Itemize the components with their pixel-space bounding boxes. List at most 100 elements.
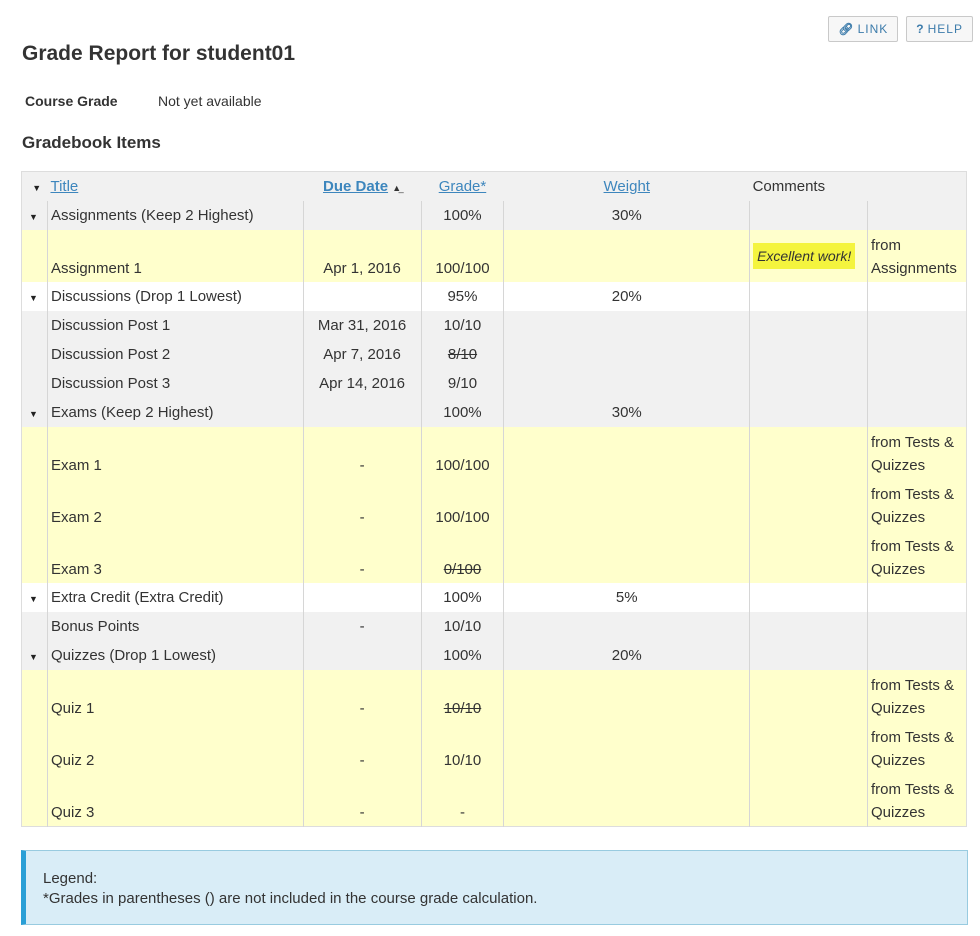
item-weight — [503, 230, 750, 282]
item-due-date: Apr 7, 2016 — [302, 340, 421, 369]
sort-weight-link[interactable]: Weight — [604, 178, 650, 195]
row-spacer — [22, 479, 48, 531]
category-toggle[interactable]: ▼ — [22, 583, 48, 612]
table-row: Exam 3-0/100 from Tests & Quizzes — [21, 531, 967, 583]
item-title: Assignments (Keep 2 Highest) — [46, 201, 304, 230]
item-grade: - — [420, 774, 504, 826]
item-title: Exam 2 — [46, 479, 304, 531]
item-due-date: - — [302, 670, 421, 722]
item-grade: 100% — [420, 641, 504, 670]
caret-down-icon: ▼ — [29, 409, 38, 419]
item-title: Quiz 2 — [46, 722, 304, 774]
section-title: Gradebook Items — [22, 133, 161, 152]
item-title: Exam 1 — [46, 427, 304, 479]
category-row: ▼ Exams (Keep 2 Highest) 100% 30% — [21, 398, 967, 427]
item-source — [866, 369, 967, 398]
table-row: Quiz 3- - from Tests & Quizzes — [21, 774, 967, 826]
item-comment — [749, 722, 868, 774]
item-due-date: - — [302, 774, 421, 826]
table-row: Exam 1-100/100 from Tests & Quizzes — [21, 427, 967, 479]
table-row: Bonus Points -10/10 — [21, 612, 967, 641]
row-spacer — [22, 369, 48, 398]
row-spacer — [22, 427, 48, 479]
item-title: Discussion Post 2 — [46, 340, 304, 369]
item-weight — [503, 479, 750, 531]
item-due-date: - — [302, 479, 421, 531]
category-toggle[interactable]: ▼ — [22, 282, 48, 311]
category-row: ▼ Quizzes (Drop 1 Lowest) 100% 20% — [21, 641, 967, 670]
course-grade: Course Grade Not yet available — [25, 93, 262, 109]
item-source — [866, 641, 967, 670]
caret-down-icon: ▼ — [29, 293, 38, 303]
item-weight — [503, 670, 750, 722]
item-comment — [749, 282, 868, 311]
sort-title-link[interactable]: Title — [50, 178, 78, 195]
header-comments: Comments — [752, 178, 826, 195]
item-due-date: - — [302, 722, 421, 774]
item-grade: 10/10 — [420, 311, 504, 340]
link-button[interactable]: 🔗︎ LINK — [828, 16, 899, 42]
link-button-label: LINK — [857, 22, 889, 36]
course-grade-label: Course Grade — [25, 93, 118, 109]
item-title: Discussion Post 3 — [46, 369, 304, 398]
caret-down-icon: ▼ — [29, 594, 38, 604]
item-grade: 100/100 — [420, 230, 504, 282]
page-title: Grade Report for student01 — [22, 42, 296, 65]
caret-down-icon: ▼ — [32, 183, 42, 193]
item-weight — [503, 427, 750, 479]
category-toggle[interactable]: ▼ — [22, 641, 48, 670]
sort-grade-link[interactable]: Grade* — [439, 178, 487, 195]
item-weight — [503, 311, 750, 340]
item-due-date: Mar 31, 2016 — [302, 311, 421, 340]
item-grade: 8/10 — [420, 340, 504, 369]
category-row: ▼ Discussions (Drop 1 Lowest) 95% 20% — [21, 282, 967, 311]
legend-box: Legend: *Grades in parentheses () are no… — [21, 850, 968, 925]
caret-down-icon: ▼ — [29, 652, 38, 662]
item-source: from Tests & Quizzes — [866, 722, 967, 774]
row-spacer — [22, 774, 48, 826]
item-comment — [749, 201, 868, 230]
item-comment — [749, 531, 868, 583]
top-buttons: 🔗︎ LINK ? HELP — [828, 16, 973, 42]
item-source — [866, 311, 967, 340]
table-row: Discussion Post 2 Apr 7, 2016 8/10 — [21, 340, 967, 369]
item-due-date: - — [302, 612, 421, 641]
comment-badge: Excellent work! — [753, 243, 856, 269]
item-source: from Tests & Quizzes — [866, 427, 967, 479]
category-row: ▼ Extra Credit (Extra Credit) 100% 5% — [21, 583, 967, 612]
legend-text: *Grades in parentheses () are not includ… — [43, 890, 538, 907]
item-weight — [503, 722, 750, 774]
item-source — [866, 398, 967, 427]
help-button[interactable]: ? HELP — [906, 16, 973, 42]
sort-ascending-icon: ▲̲ — [392, 183, 402, 193]
row-spacer — [22, 311, 48, 340]
item-grade: 9/10 — [420, 369, 504, 398]
item-grade: 0/100 — [420, 531, 504, 583]
item-due-date: Apr 1, 2016 — [302, 230, 421, 282]
item-comment — [749, 612, 868, 641]
item-comment — [749, 398, 868, 427]
sort-due-date-link[interactable]: Due Date — [323, 178, 388, 195]
item-weight — [503, 612, 750, 641]
item-grade: 10/10 — [420, 612, 504, 641]
item-due-date: Apr 14, 2016 — [302, 369, 421, 398]
item-grade: 95% — [420, 282, 504, 311]
item-grade: 100/100 — [420, 427, 504, 479]
item-weight — [503, 774, 750, 826]
item-weight: 20% — [503, 641, 750, 670]
header-due-date: Due Date ▲̲ — [303, 172, 421, 202]
link-icon: 🔗︎ — [838, 22, 854, 36]
category-toggle[interactable]: ▼ — [22, 398, 48, 427]
row-spacer — [22, 612, 48, 641]
item-comment — [749, 340, 868, 369]
item-title: Extra Credit (Extra Credit) — [46, 583, 304, 612]
item-source — [866, 612, 967, 641]
category-toggle[interactable]: ▼ — [22, 201, 48, 230]
item-title: Discussions (Drop 1 Lowest) — [46, 282, 304, 311]
item-comment — [749, 479, 868, 531]
item-due-date — [302, 282, 421, 311]
item-grade: 10/10 — [420, 670, 504, 722]
expand-all-toggle[interactable]: ▼ — [22, 172, 48, 202]
category-row: ▼ Assignments (Keep 2 Highest) 100% 30% — [21, 201, 967, 230]
item-weight — [503, 369, 750, 398]
